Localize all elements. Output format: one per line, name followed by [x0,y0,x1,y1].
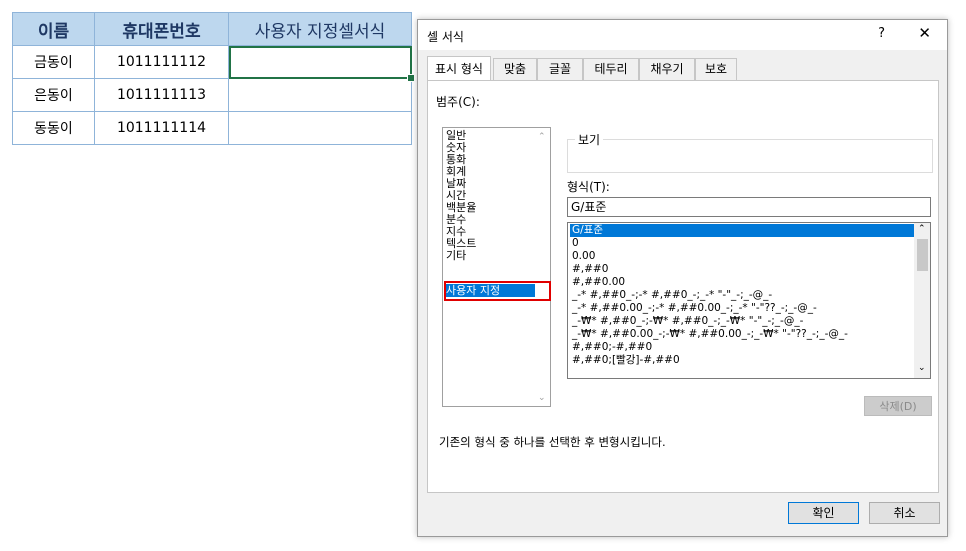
cell-custom-format[interactable] [228,78,412,112]
tab-alignment[interactable]: 맞춤 [493,58,537,80]
cell-custom-format[interactable] [228,111,412,145]
scroll-down-icon[interactable]: ⌄ [538,393,546,403]
format-item[interactable]: #,##0 [570,263,921,275]
format-cells-dialog: 셀 서식 ? ✕ 표시 형식 맞춤 글꼴 테두리 채우기 보호 범주(C): 일… [417,19,948,537]
dialog-titlebar[interactable]: 셀 서식 ? ✕ [418,20,947,50]
cell-custom-format-selected[interactable] [228,45,415,82]
format-item[interactable]: 0 [570,237,921,249]
category-label: 범주(C): [436,95,480,109]
scroll-up-icon[interactable]: ⌃ [538,132,546,142]
format-item[interactable]: _-₩* #,##0_-;-₩* #,##0_-;_-₩* "-"_-;_-@_… [570,315,921,327]
format-label: 형식(T): [567,180,610,194]
format-item[interactable]: #,##0.00 [570,276,921,288]
format-list-scrollbar[interactable]: ⌃ ⌄ [914,223,930,378]
tab-font[interactable]: 글꼴 [537,58,583,80]
format-item[interactable]: _-* #,##0_-;-* #,##0_-;_-* "-"_-;_-@_- [570,289,921,301]
format-item[interactable]: #,##0;-#,##0 [570,341,921,353]
header-phone[interactable]: 휴대폰번호 [94,12,229,46]
format-item[interactable]: #,##0;[빨강]-#,##0 [570,354,921,366]
tab-fill[interactable]: 채우기 [639,58,695,80]
scroll-thumb[interactable] [917,239,928,271]
format-item-selected[interactable]: G/표준 [570,224,921,237]
delete-button[interactable]: 삭제(D) [864,396,932,416]
table-row: 동동이 1011111114 [12,111,412,145]
tab-border[interactable]: 테두리 [583,58,639,80]
number-tab-panel: 범주(C): 일반 숫자 통화 회계 날짜 시간 백분율 분수 지수 텍스트 기… [427,80,939,493]
cancel-button[interactable]: 취소 [869,502,940,524]
preview-box [567,139,933,173]
format-item[interactable]: _-* #,##0.00_-;-* #,##0.00_-;_-* "-"??_-… [570,302,921,314]
cell-phone[interactable]: 1011111113 [94,78,229,112]
format-input[interactable]: G/표준 [567,197,931,217]
header-name[interactable]: 이름 [12,12,95,46]
header-custom-format[interactable]: 사용자 지정셀서식 [228,12,412,46]
fill-handle[interactable] [407,74,415,82]
format-item[interactable]: _-₩* #,##0.00_-;-₩* #,##0.00_-;_-₩* "-"?… [570,328,921,340]
cell-phone[interactable]: 1011111114 [94,111,229,145]
scroll-up-icon[interactable]: ⌃ [918,224,926,234]
category-item[interactable]: 기타 [445,250,535,262]
preview-label: 보기 [575,131,604,148]
scroll-down-icon[interactable]: ⌄ [918,363,926,373]
format-description: 기존의 형식 중 하나를 선택한 후 변형시킵니다. [439,435,666,449]
category-list[interactable]: 일반 숫자 통화 회계 날짜 시간 백분율 분수 지수 텍스트 기타 사용자 지… [442,127,551,407]
table-row: 금동이 1011111112 [12,45,415,82]
help-button[interactable]: ? [878,26,885,41]
cell-phone[interactable]: 1011111112 [94,45,229,79]
tab-protection[interactable]: 보호 [695,58,737,80]
close-button[interactable]: ✕ [918,24,931,42]
cell-name[interactable]: 은동이 [12,78,95,112]
table-row: 은동이 1011111113 [12,78,412,112]
format-list[interactable]: G/표준 0 0.00 #,##0 #,##0.00 _-* #,##0_-;-… [567,222,931,379]
dialog-title: 셀 서식 [427,30,464,44]
format-item[interactable]: 0.00 [570,250,921,262]
cell-name[interactable]: 동동이 [12,111,95,145]
tab-number[interactable]: 표시 형식 [427,56,491,80]
cell-name[interactable]: 금동이 [12,45,95,79]
highlight-box [444,281,551,301]
ok-button[interactable]: 확인 [788,502,859,524]
header-row: 이름 휴대폰번호 사용자 지정셀서식 [12,12,412,46]
spreadsheet-table: 이름 휴대폰번호 사용자 지정셀서식 금동이 1011111112 은동이 10… [12,12,415,145]
